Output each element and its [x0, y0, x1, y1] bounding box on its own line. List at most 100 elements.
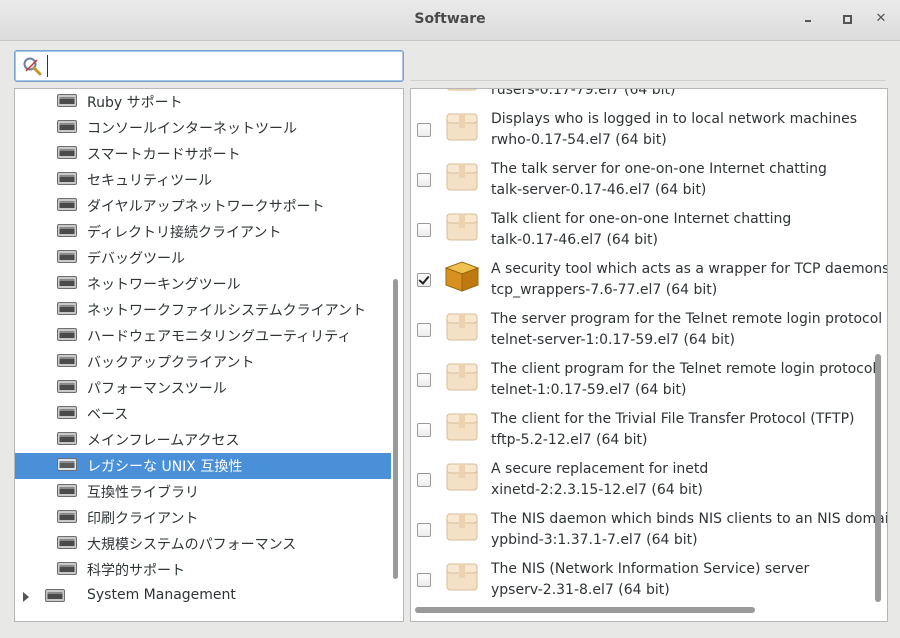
maximize-icon — [843, 15, 852, 24]
group-item[interactable]: バックアップクライアント — [15, 349, 391, 375]
package-group-icon — [57, 354, 77, 367]
group-item[interactable]: メインフレームアクセス — [15, 427, 391, 453]
group-item-label: ダイヤルアップネットワークサポート — [87, 199, 325, 215]
package-checkbox[interactable] — [417, 573, 431, 587]
package-description: Displays who is logged in to local netwo… — [491, 111, 858, 127]
package-icon — [446, 213, 478, 241]
package-group-icon — [57, 120, 77, 133]
package-icon — [447, 89, 477, 91]
package-group-icon — [57, 328, 77, 341]
package-group-icon — [57, 94, 77, 107]
package-description: The client for the Trivial File Transfer… — [491, 411, 855, 427]
group-item[interactable]: スマートカードサポート — [15, 141, 391, 167]
package-name: tftp-5.2-12.el7 (64 bit) — [491, 432, 648, 448]
search-icon — [23, 57, 42, 76]
group-item-label: セキュリティツール — [87, 173, 213, 189]
group-item[interactable]: パフォーマンスツール — [15, 375, 391, 401]
package-checkbox[interactable] — [417, 523, 431, 537]
expander-arrow-icon[interactable] — [23, 592, 29, 602]
installed-package-icon — [444, 261, 480, 292]
maximize-button[interactable] — [838, 10, 856, 28]
group-item[interactable]: Ruby サポート — [15, 89, 391, 115]
group-item[interactable]: ディレクトリ接続クライアント — [15, 219, 391, 245]
group-item[interactable]: コンソールインターネットツール — [15, 115, 391, 141]
package-icon — [446, 113, 478, 141]
package-checkbox[interactable] — [417, 173, 431, 187]
search-input[interactable] — [47, 55, 392, 77]
group-item-label: コンソールインターネットツール — [87, 121, 297, 137]
package-name: xinetd-2:2.3.15-12.el7 (64 bit) — [491, 482, 703, 498]
package-icon — [446, 163, 478, 191]
minimize-icon — [805, 20, 811, 22]
package-checkbox[interactable] — [417, 373, 431, 387]
package-list-horizontal-scrollbar[interactable] — [415, 607, 755, 613]
group-item[interactable]: ベース — [15, 401, 391, 427]
package-name: telnet-server-1:0.17-59.el7 (64 bit) — [491, 332, 735, 348]
package-name: ypserv-2.31-8.el7 (64 bit) — [491, 582, 670, 598]
group-item-label: ネットワークファイルシステムクライアント — [87, 303, 367, 319]
package-checkbox[interactable] — [417, 223, 431, 237]
package-group-icon — [57, 536, 77, 549]
group-item[interactable]: 大規模システムのパフォーマンス — [15, 531, 391, 557]
group-item-label: 互換性ライブラリ — [87, 485, 199, 501]
group-item[interactable]: ネットワークファイルシステムクライアント — [15, 297, 391, 323]
group-item-label: 大規模システムのパフォーマンス — [87, 537, 297, 553]
package-description: The server program for the Telnet remote… — [491, 311, 883, 327]
title-bar: Software ✕ — [0, 0, 900, 41]
package-name: rusers-0.17-79.el7 (64 bit) — [491, 88, 676, 98]
group-item[interactable]: System Management — [15, 584, 391, 610]
group-item-label: ディレクトリ接続クライアント — [87, 225, 282, 241]
package-group-icon — [57, 276, 77, 289]
group-list[interactable]: System Management 科学的サポート 大規模システムのパフォーマンス 印… — [14, 88, 404, 622]
group-item[interactable]: セキュリティツール — [15, 167, 391, 193]
package-checkbox[interactable] — [417, 423, 431, 437]
group-item[interactable]: 互換性ライブラリ — [15, 479, 391, 505]
package-row[interactable]: rusers-0.17-79.el7 (64 bit) — [447, 89, 675, 98]
package-checkbox[interactable] — [417, 323, 431, 337]
package-list-vertical-scrollbar[interactable] — [875, 354, 881, 602]
group-item-label: 科学的サポート — [87, 563, 185, 579]
group-item[interactable]: ダイヤルアップネットワークサポート — [15, 193, 391, 219]
package-group-icon — [57, 250, 77, 263]
group-item[interactable]: 科学的サポート — [15, 557, 391, 583]
group-item-label: デバッグツール — [87, 251, 185, 267]
package-icon — [446, 413, 478, 441]
package-icon — [446, 363, 478, 391]
group-item[interactable]: レガシーな UNIX 互換性 — [15, 453, 391, 479]
group-item-label: バックアップクライアント — [87, 355, 255, 371]
package-description: The talk server for one-on-one Internet … — [491, 161, 827, 177]
package-group-icon — [57, 380, 77, 393]
package-group-icon — [57, 432, 77, 445]
group-item[interactable]: ネットワーキングツール — [15, 271, 391, 297]
package-group-icon — [45, 589, 65, 602]
package-description: A secure replacement for inetd — [491, 461, 709, 477]
group-item-label: Ruby サポート — [87, 95, 183, 111]
search-box[interactable] — [14, 50, 404, 82]
close-button[interactable]: ✕ — [872, 10, 890, 28]
group-item-label: スマートカードサポート — [87, 147, 241, 163]
package-checkbox[interactable] — [417, 273, 431, 287]
toolbar-area — [410, 50, 886, 81]
package-name: rwho-0.17-54.el7 (64 bit) — [491, 132, 667, 148]
group-item-label: System Management — [87, 587, 236, 603]
package-checkbox[interactable] — [417, 473, 431, 487]
group-item-label: レガシーな UNIX 互換性 — [87, 459, 243, 475]
minimize-button[interactable] — [800, 10, 818, 28]
package-description: The NIS daemon which binds NIS clients t… — [491, 511, 888, 527]
package-checkbox[interactable] — [417, 123, 431, 137]
group-item[interactable]: ハードウェアモニタリングユーティリティ — [15, 323, 391, 349]
group-item-label: パフォーマンスツール — [87, 381, 227, 397]
package-description: The client program for the Telnet remote… — [491, 361, 877, 377]
package-description: The NIS (Network Information Service) se… — [491, 561, 810, 577]
window-title: Software — [414, 11, 486, 27]
group-item[interactable]: デバッグツール — [15, 245, 391, 271]
package-name: talk-0.17-46.el7 (64 bit) — [491, 232, 658, 248]
package-list[interactable]: The NIS (Network Information Service) se… — [410, 88, 888, 622]
group-list-scrollbar[interactable] — [393, 279, 398, 579]
package-icon — [446, 463, 478, 491]
package-group-icon — [57, 406, 77, 419]
group-item-label: ハードウェアモニタリングユーティリティ — [87, 329, 352, 345]
group-item[interactable]: 印刷クライアント — [15, 505, 391, 531]
package-name: talk-server-0.17-46.el7 (64 bit) — [491, 182, 707, 198]
package-group-icon — [57, 458, 77, 471]
